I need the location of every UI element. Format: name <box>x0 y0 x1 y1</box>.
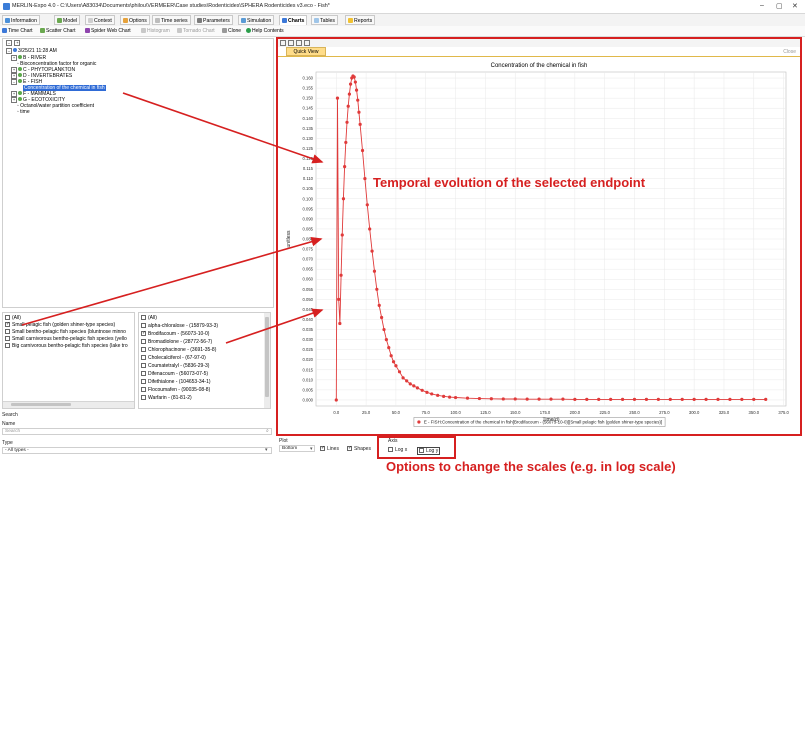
arrow-chemical-to-chart <box>225 308 324 344</box>
arrow-tree-to-chart <box>122 92 324 164</box>
annotation-arrows <box>21 92 324 344</box>
arrow-species-to-chart <box>21 237 323 326</box>
